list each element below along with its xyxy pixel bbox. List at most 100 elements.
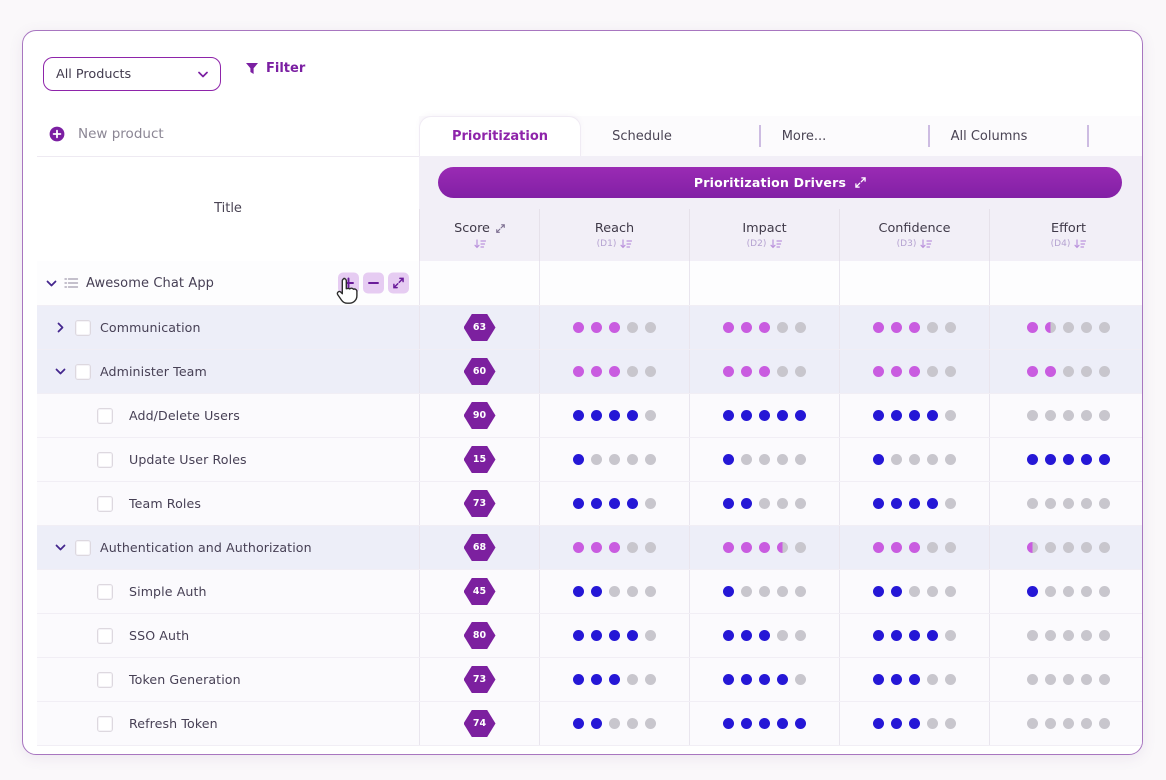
- column-header-reach[interactable]: Reach (D1): [539, 209, 689, 261]
- table-row[interactable]: Simple Auth45: [37, 570, 1143, 614]
- column-header-confidence[interactable]: Confidence (D3): [839, 209, 989, 261]
- rating-cell-impact[interactable]: [689, 702, 839, 745]
- products-dropdown[interactable]: All Products: [43, 57, 221, 91]
- rating-dot: [945, 542, 956, 553]
- column-header-score[interactable]: Score: [419, 209, 539, 261]
- rating-cell-effort[interactable]: [989, 394, 1143, 437]
- table-row[interactable]: Authentication and Authorization68: [37, 526, 1143, 570]
- table-row[interactable]: Administer Team60: [37, 350, 1143, 394]
- rating-cell-impact[interactable]: [689, 658, 839, 701]
- remove-button[interactable]: [363, 273, 384, 294]
- plus-circle-icon: [49, 126, 65, 142]
- add-child-button[interactable]: [338, 273, 359, 294]
- rating-cell-reach[interactable]: [539, 350, 689, 393]
- table-row[interactable]: SSO Auth80: [37, 614, 1143, 658]
- rating-cell-effort[interactable]: [989, 614, 1143, 657]
- row-checkbox[interactable]: [97, 452, 113, 468]
- score-badge[interactable]: 63: [464, 314, 496, 341]
- rating-cell-effort[interactable]: [989, 261, 1143, 305]
- rating-cell-confidence[interactable]: [839, 526, 989, 569]
- rating-cell-confidence[interactable]: [839, 306, 989, 349]
- rating-cell-effort[interactable]: [989, 438, 1143, 481]
- rating-cell-confidence[interactable]: [839, 570, 989, 613]
- rating-cell-impact[interactable]: [689, 261, 839, 305]
- tab-prioritization[interactable]: Prioritization: [419, 116, 581, 156]
- rating-cell-reach[interactable]: [539, 614, 689, 657]
- row-checkbox[interactable]: [97, 716, 113, 732]
- rating-cell-confidence[interactable]: [839, 482, 989, 525]
- row-checkbox[interactable]: [97, 628, 113, 644]
- table-row[interactable]: Add/Delete Users90: [37, 394, 1143, 438]
- rating-cell-confidence[interactable]: [839, 702, 989, 745]
- rating-dot: [1045, 410, 1056, 421]
- rating-cell-reach[interactable]: [539, 658, 689, 701]
- rating-cell-reach[interactable]: [539, 394, 689, 437]
- row-checkbox[interactable]: [75, 320, 91, 336]
- rating-cell-effort[interactable]: [989, 306, 1143, 349]
- filter-button[interactable]: Filter: [245, 61, 305, 76]
- rating-cell-reach[interactable]: [539, 570, 689, 613]
- rating-cell-reach[interactable]: [539, 702, 689, 745]
- row-checkbox[interactable]: [75, 540, 91, 556]
- rating-cell-confidence[interactable]: [839, 614, 989, 657]
- score-badge[interactable]: 45: [464, 578, 496, 605]
- table-row[interactable]: Team Roles73: [37, 482, 1143, 526]
- product-row[interactable]: Awesome Chat App: [37, 261, 1143, 306]
- table-row[interactable]: Communication63: [37, 306, 1143, 350]
- expand-button[interactable]: [388, 273, 409, 294]
- rating-cell-impact[interactable]: [689, 482, 839, 525]
- rating-cell-effort[interactable]: [989, 350, 1143, 393]
- table-row[interactable]: Update User Roles15: [37, 438, 1143, 482]
- row-checkbox[interactable]: [97, 584, 113, 600]
- row-checkbox[interactable]: [97, 496, 113, 512]
- prioritization-drivers-button[interactable]: Prioritization Drivers: [438, 167, 1122, 198]
- score-badge[interactable]: 80: [464, 622, 496, 649]
- rating-cell-reach[interactable]: [539, 438, 689, 481]
- rating-cell-impact[interactable]: [689, 394, 839, 437]
- tab-schedule[interactable]: Schedule: [594, 116, 690, 156]
- rating-cell-confidence[interactable]: [839, 394, 989, 437]
- tab-more[interactable]: More...: [759, 116, 849, 156]
- rating-cell-impact[interactable]: [689, 350, 839, 393]
- rating-cell-confidence[interactable]: [839, 658, 989, 701]
- rating-dot: [741, 718, 752, 729]
- rating-cell-effort[interactable]: [989, 570, 1143, 613]
- chevron-right-icon[interactable]: [55, 322, 66, 333]
- score-badge[interactable]: 15: [464, 446, 496, 473]
- rating-cell-effort[interactable]: [989, 658, 1143, 701]
- table-row[interactable]: Refresh Token74: [37, 702, 1143, 746]
- rating-cell-effort[interactable]: [989, 702, 1143, 745]
- score-badge[interactable]: 73: [464, 490, 496, 517]
- score-badge[interactable]: 68: [464, 534, 496, 561]
- rating-cell-impact[interactable]: [689, 614, 839, 657]
- rating-cell-confidence[interactable]: [839, 261, 989, 305]
- rating-dot: [645, 718, 656, 729]
- column-header-impact[interactable]: Impact (D2): [689, 209, 839, 261]
- column-header-effort[interactable]: Effort (D4): [989, 209, 1143, 261]
- score-badge[interactable]: 90: [464, 402, 496, 429]
- chevron-down-icon[interactable]: [55, 366, 66, 377]
- rating-cell-effort[interactable]: [989, 526, 1143, 569]
- rating-cell-impact[interactable]: [689, 306, 839, 349]
- row-checkbox[interactable]: [97, 408, 113, 424]
- rating-cell-impact[interactable]: [689, 570, 839, 613]
- rating-cell-confidence[interactable]: [839, 350, 989, 393]
- tab-all-columns[interactable]: All Columns: [934, 116, 1044, 156]
- rating-cell-impact[interactable]: [689, 526, 839, 569]
- rating-cell-impact[interactable]: [689, 438, 839, 481]
- rating-cell-reach[interactable]: [539, 482, 689, 525]
- chevron-down-icon[interactable]: [55, 542, 66, 553]
- score-badge[interactable]: 74: [464, 710, 496, 737]
- rating-cell-confidence[interactable]: [839, 438, 989, 481]
- score-badge[interactable]: 73: [464, 666, 496, 693]
- table-row[interactable]: Token Generation73: [37, 658, 1143, 702]
- row-checkbox[interactable]: [97, 672, 113, 688]
- rating-cell-reach[interactable]: [539, 526, 689, 569]
- row-checkbox[interactable]: [75, 364, 91, 380]
- chevron-down-icon[interactable]: [46, 278, 57, 289]
- score-badge[interactable]: 60: [464, 358, 496, 385]
- rating-cell-effort[interactable]: [989, 482, 1143, 525]
- new-product-button[interactable]: New product: [49, 126, 164, 142]
- rating-cell-reach[interactable]: [539, 261, 689, 305]
- rating-cell-reach[interactable]: [539, 306, 689, 349]
